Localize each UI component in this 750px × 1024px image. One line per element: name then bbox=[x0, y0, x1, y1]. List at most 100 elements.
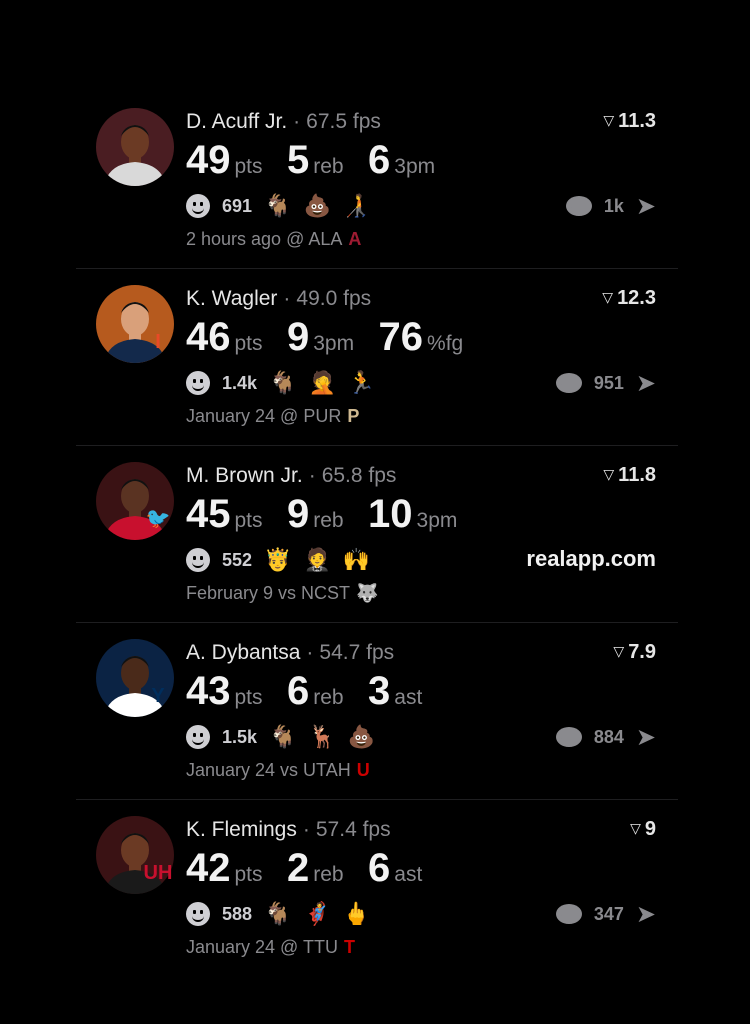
stat-1: 9 3pm bbox=[287, 315, 354, 360]
card-header: A. Dybantsa · 54.7 fps bbox=[186, 641, 394, 665]
reaction-emoji[interactable]: 🦌 bbox=[308, 726, 335, 748]
reaction-count[interactable]: 1.5k bbox=[222, 727, 257, 748]
reaction-bar: 588 🐐 🦸 🖕 bbox=[186, 900, 370, 928]
stat-line: 49 pts 5 reb 6 3pm bbox=[186, 138, 455, 183]
fps-value: 65.8 fps bbox=[321, 464, 397, 487]
stat-value: 2 bbox=[286, 846, 310, 890]
stat-0: 49 pts bbox=[186, 138, 263, 183]
promo-link[interactable]: realapp.com bbox=[526, 546, 656, 572]
smile-icon[interactable] bbox=[186, 548, 210, 572]
game-time-opponent: 2 hours ago @ ALA bbox=[186, 229, 343, 249]
reaction-emoji[interactable]: 🐐 bbox=[264, 903, 291, 925]
rating-value: 9 bbox=[644, 818, 656, 840]
player-card[interactable]: 🐦 M. Brown Jr. · 65.8 fps ▽ 11.8 45 pts 9 reb… bbox=[76, 446, 678, 623]
reaction-count[interactable]: 691 bbox=[222, 196, 252, 217]
triangle-down-icon: ▽ bbox=[630, 820, 641, 836]
rating-value: 11.8 bbox=[618, 464, 656, 486]
rating-value: 12.3 bbox=[617, 287, 656, 309]
player-card[interactable]: UH K. Flemings · 57.4 fps ▽ 9 42 pts 2 reb 6a… bbox=[76, 800, 678, 976]
fps-value: 67.5 fps bbox=[306, 110, 381, 133]
reaction-emoji[interactable]: 🏃 bbox=[348, 372, 375, 394]
stat-unit: reb bbox=[313, 863, 344, 886]
stat-value: 9 bbox=[286, 315, 310, 359]
comment-share-group: 951 ➤ bbox=[555, 369, 656, 398]
player-card[interactable]: I K. Wagler · 49.0 fps ▽ 12.3 46 pts 9 3pm 76… bbox=[76, 269, 678, 446]
separator-dot: · bbox=[308, 464, 316, 487]
smile-icon[interactable] bbox=[186, 725, 210, 749]
stat-2: 6 ast bbox=[368, 846, 422, 891]
rating-value: 7.9 bbox=[628, 641, 656, 663]
rating: ▽ 9 bbox=[630, 818, 656, 841]
reaction-count[interactable]: 1.4k bbox=[222, 373, 257, 394]
stat-value: 6 bbox=[368, 138, 391, 182]
comment-count[interactable]: 884 bbox=[594, 727, 624, 748]
player-card[interactable]: D. Acuff Jr. · 67.5 fps ▽ 11.3 49 pts 5 reb 6… bbox=[76, 92, 678, 269]
stat-line: 43 pts 6 reb 3 ast bbox=[186, 669, 442, 714]
stat-line: 42 pts 2 reb 6 ast bbox=[186, 846, 442, 891]
stat-2: 6 3pm bbox=[368, 138, 435, 183]
chat-bubble-icon[interactable] bbox=[555, 373, 582, 393]
stat-unit: ast bbox=[394, 863, 423, 886]
stat-unit: %fg bbox=[427, 332, 464, 355]
comment-count[interactable]: 951 bbox=[594, 373, 624, 394]
opponent-logo: P bbox=[347, 406, 360, 426]
player-name[interactable]: D. Acuff Jr. bbox=[186, 110, 287, 133]
reaction-emoji[interactable]: 🦸 bbox=[303, 903, 330, 925]
chat-bubble-icon[interactable] bbox=[555, 904, 582, 924]
game-info: January 24 vs UTAH U bbox=[186, 760, 370, 781]
reaction-emoji[interactable]: 🧑‍🦯 bbox=[343, 195, 370, 217]
stat-line: 45 pts 9 reb 10 3pm bbox=[186, 492, 477, 537]
opponent-logo: A bbox=[348, 229, 362, 249]
reaction-count[interactable]: 552 bbox=[222, 550, 252, 571]
smile-icon[interactable] bbox=[186, 194, 210, 218]
team-badge: Y bbox=[151, 685, 165, 707]
player-name[interactable]: K. Flemings bbox=[186, 818, 297, 841]
reaction-emoji[interactable]: 🐐 bbox=[269, 372, 296, 394]
reaction-emoji[interactable]: 🤵 bbox=[303, 549, 330, 571]
stat-unit: 3pm bbox=[313, 332, 355, 355]
smile-icon[interactable] bbox=[186, 902, 210, 926]
comment-count[interactable]: 347 bbox=[594, 904, 624, 925]
reaction-emoji[interactable]: 🐐 bbox=[264, 195, 291, 217]
player-name[interactable]: K. Wagler bbox=[186, 287, 277, 310]
triangle-down-icon: ▽ bbox=[602, 289, 614, 305]
send-arrow-icon[interactable]: ➤ bbox=[636, 192, 656, 221]
send-arrow-icon[interactable]: ➤ bbox=[636, 369, 656, 398]
stat-2: 76 %fg bbox=[379, 315, 464, 360]
stat-0: 46 pts bbox=[186, 315, 263, 360]
player-card[interactable]: Y A. Dybantsa · 54.7 fps ▽ 7.9 43 pts 6 reb 3… bbox=[76, 623, 678, 800]
stat-value: 42 bbox=[186, 846, 231, 890]
fps-value: 54.7 fps bbox=[319, 641, 395, 664]
stat-unit: 3pm bbox=[416, 509, 458, 532]
send-arrow-icon[interactable]: ➤ bbox=[636, 900, 656, 929]
stat-value: 45 bbox=[186, 492, 231, 536]
opponent-logo: 🐺 bbox=[356, 583, 379, 603]
game-info: February 9 vs NCST 🐺 bbox=[186, 583, 378, 604]
reaction-bar: 552 🤴 🤵 🙌 bbox=[186, 546, 370, 574]
separator-dot: · bbox=[302, 818, 310, 841]
player-name[interactable]: M. Brown Jr. bbox=[186, 464, 303, 487]
comment-share-group: 884 ➤ bbox=[555, 723, 656, 752]
reaction-emoji[interactable]: 🖕 bbox=[343, 903, 370, 925]
chat-bubble-icon[interactable] bbox=[565, 196, 592, 216]
reaction-emoji[interactable]: 🤴 bbox=[264, 549, 291, 571]
team-badge: I bbox=[155, 331, 161, 353]
reaction-emoji[interactable]: 🐐 bbox=[269, 726, 296, 748]
reaction-emoji[interactable]: 🤦 bbox=[308, 372, 335, 394]
send-arrow-icon[interactable]: ➤ bbox=[636, 723, 656, 752]
player-name[interactable]: A. Dybantsa bbox=[186, 641, 300, 664]
separator-dot: · bbox=[283, 287, 291, 310]
smile-icon[interactable] bbox=[186, 371, 210, 395]
game-info: 2 hours ago @ ALA A bbox=[186, 229, 361, 250]
chat-bubble-icon[interactable] bbox=[555, 727, 582, 747]
comment-count[interactable]: 1k bbox=[604, 196, 624, 217]
team-badge bbox=[138, 152, 178, 178]
opponent-logo: T bbox=[344, 937, 355, 957]
card-header: K. Wagler · 49.0 fps bbox=[186, 287, 371, 311]
reaction-count[interactable]: 588 bbox=[222, 904, 252, 925]
game-time-opponent: January 24 @ PUR bbox=[186, 406, 342, 426]
reaction-emoji[interactable]: 🙌 bbox=[343, 549, 370, 571]
reaction-emoji[interactable]: 💩 bbox=[348, 726, 375, 748]
reaction-emoji[interactable]: 💩 bbox=[303, 195, 330, 217]
stat-1: 2 reb bbox=[287, 846, 344, 891]
